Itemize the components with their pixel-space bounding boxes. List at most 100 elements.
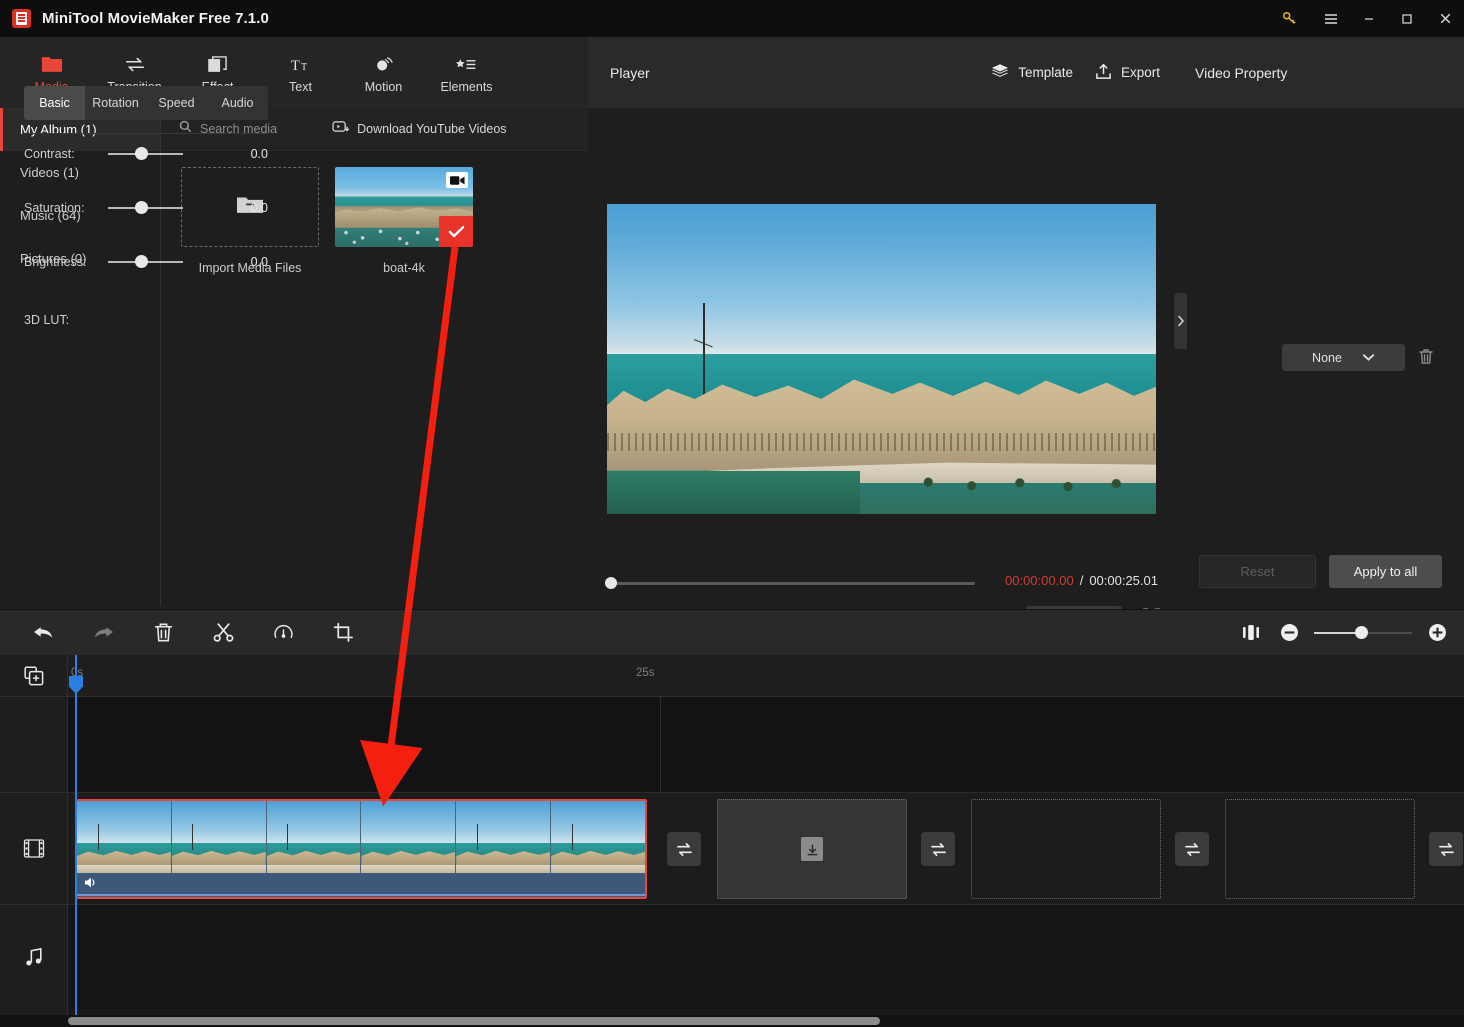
lut-select[interactable]: None bbox=[1282, 344, 1405, 371]
saturation-handle[interactable] bbox=[135, 201, 148, 214]
template-label: Template bbox=[1018, 65, 1073, 80]
apply-to-all-button[interactable]: Apply to all bbox=[1329, 555, 1442, 588]
seek-slider[interactable] bbox=[605, 577, 975, 589]
add-track-button[interactable] bbox=[0, 655, 68, 697]
media-library-panel: My Album (1) Videos (1) Music (64) Pictu… bbox=[0, 108, 588, 606]
redo-button[interactable] bbox=[83, 613, 123, 653]
tab-audio[interactable]: Audio bbox=[207, 86, 268, 120]
zoom-out-button[interactable] bbox=[1276, 620, 1302, 646]
ribbon-label-text: Text bbox=[289, 79, 312, 94]
panel-collapse-toggle[interactable] bbox=[1174, 293, 1187, 349]
seek-handle[interactable] bbox=[605, 577, 617, 589]
timeline-horizontal-scrollbar[interactable] bbox=[68, 1017, 880, 1025]
maximize-button[interactable] bbox=[1388, 0, 1426, 37]
preview-windows bbox=[607, 432, 1156, 452]
split-button[interactable] bbox=[203, 613, 243, 653]
close-button[interactable] bbox=[1426, 0, 1464, 37]
tab-basic[interactable]: Basic bbox=[24, 86, 85, 120]
video-property-panel: Video Property bbox=[1174, 37, 1464, 606]
media-thumbnail-boat-4k[interactable] bbox=[335, 167, 473, 247]
video-track[interactable] bbox=[68, 793, 1464, 905]
ribbon-label-motion: Motion bbox=[364, 79, 403, 94]
license-key-button[interactable] bbox=[1270, 0, 1308, 37]
export-upload-icon bbox=[1095, 63, 1112, 83]
ribbon-tab-motion[interactable]: Motion bbox=[342, 37, 425, 108]
transition-button-1[interactable] bbox=[667, 832, 701, 866]
transition-button-3[interactable] bbox=[1175, 832, 1209, 866]
lut-delete-button[interactable] bbox=[1418, 348, 1434, 370]
undo-button[interactable] bbox=[23, 613, 63, 653]
saturation-value: 0.0 bbox=[250, 201, 268, 215]
crop-button[interactable] bbox=[323, 613, 363, 653]
music-track-header[interactable] bbox=[0, 905, 68, 1009]
player-stage bbox=[588, 108, 1174, 560]
player-panel: Player Template Export 00:00:00.00 / 00:… bbox=[588, 37, 1174, 633]
clip-frame bbox=[77, 801, 172, 877]
media-drop-slot-1[interactable] bbox=[717, 799, 907, 899]
property-panel-header: Video Property bbox=[1174, 37, 1464, 108]
ribbon-tab-elements[interactable]: Elements bbox=[425, 37, 508, 108]
motion-circle-icon bbox=[373, 52, 395, 74]
clip-audio-bar[interactable] bbox=[77, 873, 645, 897]
brightness-label: Brightness: bbox=[24, 255, 87, 269]
track-divider-line bbox=[660, 697, 661, 793]
contrast-slider[interactable] bbox=[108, 147, 183, 161]
download-youtube-button[interactable]: Download YouTube Videos bbox=[332, 120, 507, 138]
clip-frame bbox=[551, 801, 645, 877]
tab-speed[interactable]: Speed bbox=[146, 86, 207, 120]
brightness-handle[interactable] bbox=[135, 255, 148, 268]
saturation-label: Saturation: bbox=[24, 201, 85, 215]
zoom-handle[interactable] bbox=[1355, 625, 1369, 639]
media-drop-slot-3[interactable] bbox=[1225, 799, 1415, 899]
layers-stack-icon bbox=[991, 63, 1009, 82]
youtube-download-icon bbox=[332, 120, 350, 138]
clip-frame bbox=[266, 801, 362, 877]
timeline-zoom-slider[interactable] bbox=[1314, 625, 1412, 640]
timeline-panel: 0s 25s bbox=[0, 655, 1464, 1027]
text-track-header[interactable] bbox=[0, 697, 68, 793]
timeline-ruler[interactable]: 0s 25s bbox=[68, 655, 1464, 697]
preview-mast bbox=[703, 303, 705, 397]
property-panel-title: Video Property bbox=[1195, 64, 1288, 81]
ribbon-tab-text[interactable]: T T Text bbox=[259, 37, 342, 108]
media-drop-slot-2[interactable] bbox=[971, 799, 1161, 899]
text-track[interactable] bbox=[68, 697, 1464, 793]
export-button[interactable]: Export bbox=[1095, 63, 1160, 83]
export-label: Export bbox=[1120, 65, 1160, 80]
tab-rotation[interactable]: Rotation bbox=[85, 86, 146, 120]
star-list-icon bbox=[455, 52, 478, 74]
timeline-clip-boat-4k[interactable] bbox=[75, 799, 647, 899]
zoom-fill bbox=[1314, 631, 1362, 634]
delete-button[interactable] bbox=[143, 613, 183, 653]
speed-button[interactable] bbox=[263, 613, 303, 653]
brightness-slider[interactable] bbox=[108, 255, 183, 269]
sidebar-label-my-album: My Album (1) bbox=[20, 122, 97, 137]
timeline-gutter bbox=[0, 655, 68, 1015]
folder-icon bbox=[41, 52, 63, 74]
app-title: MiniTool MovieMaker Free 7.1.0 bbox=[42, 10, 269, 27]
zoom-rest bbox=[1361, 631, 1412, 634]
chevron-down-icon bbox=[1362, 351, 1375, 365]
transition-button-4[interactable] bbox=[1429, 832, 1463, 866]
tab-label-audio: Audio bbox=[221, 96, 254, 110]
brightness-row: Brightness: 0.0 bbox=[24, 249, 268, 275]
music-track[interactable] bbox=[68, 905, 1464, 1009]
video-preview[interactable] bbox=[607, 204, 1156, 514]
template-button[interactable]: Template bbox=[991, 63, 1073, 83]
search-icon bbox=[179, 120, 192, 138]
speaker-icon[interactable] bbox=[84, 876, 99, 894]
transition-arrows-icon bbox=[124, 52, 146, 74]
menu-button[interactable] bbox=[1312, 0, 1350, 37]
download-youtube-label: Download YouTube Videos bbox=[357, 122, 507, 136]
saturation-slider[interactable] bbox=[108, 201, 183, 215]
total-time: 00:00:25.01 bbox=[1089, 573, 1158, 588]
fit-timeline-icon[interactable] bbox=[1238, 620, 1264, 646]
minimize-button[interactable] bbox=[1350, 0, 1388, 37]
video-track-header[interactable] bbox=[0, 793, 68, 905]
reset-button[interactable]: Reset bbox=[1199, 555, 1316, 588]
contrast-handle[interactable] bbox=[135, 147, 148, 160]
search-input[interactable]: Search media bbox=[179, 120, 277, 138]
transition-button-2[interactable] bbox=[921, 832, 955, 866]
timeline-playhead[interactable] bbox=[69, 655, 83, 1015]
zoom-in-button[interactable] bbox=[1424, 620, 1450, 646]
